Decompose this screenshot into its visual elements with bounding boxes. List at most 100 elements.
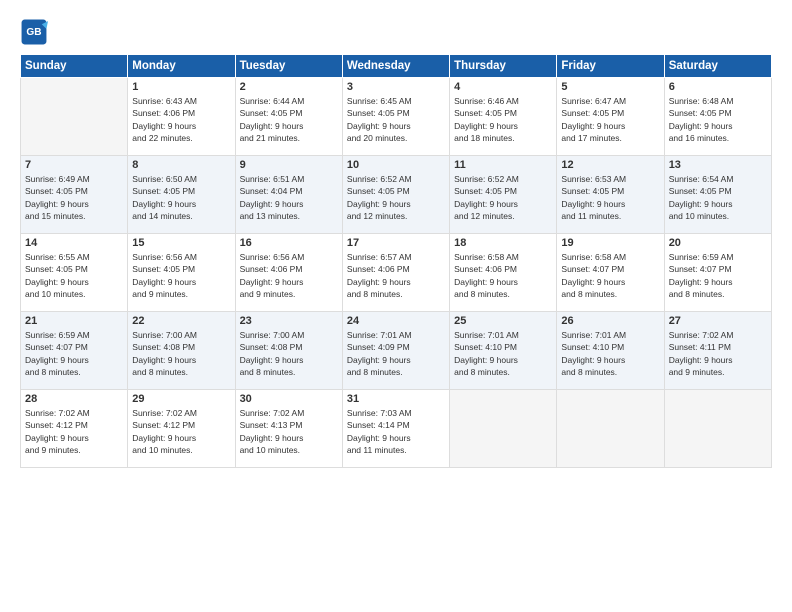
day-info: Sunrise: 7:03 AM Sunset: 4:14 PM Dayligh… [347, 407, 445, 456]
day-info: Sunrise: 6:49 AM Sunset: 4:05 PM Dayligh… [25, 173, 123, 222]
day-number: 6 [669, 81, 767, 93]
weekday-header: Wednesday [342, 55, 449, 78]
day-number: 19 [561, 237, 659, 249]
calendar-cell: 5 Sunrise: 6:47 AM Sunset: 4:05 PM Daylig… [557, 78, 664, 156]
day-number: 1 [132, 81, 230, 93]
logo: GB [20, 18, 52, 46]
day-number: 14 [25, 237, 123, 249]
day-info: Sunrise: 6:51 AM Sunset: 4:04 PM Dayligh… [240, 173, 338, 222]
day-number: 8 [132, 159, 230, 171]
day-info: Sunrise: 6:48 AM Sunset: 4:05 PM Dayligh… [669, 95, 767, 144]
day-number: 18 [454, 237, 552, 249]
day-info: Sunrise: 6:56 AM Sunset: 4:06 PM Dayligh… [240, 251, 338, 300]
calendar-cell: 18 Sunrise: 6:58 AM Sunset: 4:06 PM Dayli… [450, 234, 557, 312]
day-info: Sunrise: 7:02 AM Sunset: 4:12 PM Dayligh… [25, 407, 123, 456]
calendar-cell: 16 Sunrise: 6:56 AM Sunset: 4:06 PM Dayli… [235, 234, 342, 312]
calendar-cell: 7 Sunrise: 6:49 AM Sunset: 4:05 PM Daylig… [21, 156, 128, 234]
day-number: 21 [25, 315, 123, 327]
day-info: Sunrise: 6:43 AM Sunset: 4:06 PM Dayligh… [132, 95, 230, 144]
day-number: 11 [454, 159, 552, 171]
svg-text:GB: GB [26, 27, 41, 38]
calendar-cell [21, 78, 128, 156]
day-number: 16 [240, 237, 338, 249]
day-info: Sunrise: 7:01 AM Sunset: 4:09 PM Dayligh… [347, 329, 445, 378]
day-info: Sunrise: 7:01 AM Sunset: 4:10 PM Dayligh… [561, 329, 659, 378]
calendar-cell: 9 Sunrise: 6:51 AM Sunset: 4:04 PM Daylig… [235, 156, 342, 234]
calendar-cell: 28 Sunrise: 7:02 AM Sunset: 4:12 PM Dayli… [21, 390, 128, 468]
day-number: 3 [347, 81, 445, 93]
calendar-cell: 8 Sunrise: 6:50 AM Sunset: 4:05 PM Daylig… [128, 156, 235, 234]
calendar-cell: 15 Sunrise: 6:56 AM Sunset: 4:05 PM Dayli… [128, 234, 235, 312]
calendar-cell: 23 Sunrise: 7:00 AM Sunset: 4:08 PM Dayli… [235, 312, 342, 390]
day-number: 13 [669, 159, 767, 171]
day-number: 4 [454, 81, 552, 93]
calendar-cell: 12 Sunrise: 6:53 AM Sunset: 4:05 PM Dayli… [557, 156, 664, 234]
day-info: Sunrise: 7:02 AM Sunset: 4:12 PM Dayligh… [132, 407, 230, 456]
calendar-cell: 29 Sunrise: 7:02 AM Sunset: 4:12 PM Dayli… [128, 390, 235, 468]
day-info: Sunrise: 6:46 AM Sunset: 4:05 PM Dayligh… [454, 95, 552, 144]
day-number: 25 [454, 315, 552, 327]
day-info: Sunrise: 6:58 AM Sunset: 4:07 PM Dayligh… [561, 251, 659, 300]
calendar-cell: 2 Sunrise: 6:44 AM Sunset: 4:05 PM Daylig… [235, 78, 342, 156]
day-info: Sunrise: 6:59 AM Sunset: 4:07 PM Dayligh… [25, 329, 123, 378]
day-number: 23 [240, 315, 338, 327]
day-number: 2 [240, 81, 338, 93]
day-info: Sunrise: 7:00 AM Sunset: 4:08 PM Dayligh… [240, 329, 338, 378]
day-info: Sunrise: 6:52 AM Sunset: 4:05 PM Dayligh… [454, 173, 552, 222]
calendar-cell: 10Sunrise: 6:52 AM Sunset: 4:05 PM Dayli… [342, 156, 449, 234]
weekday-header: Friday [557, 55, 664, 78]
day-number: 31 [347, 393, 445, 405]
day-info: Sunrise: 6:44 AM Sunset: 4:05 PM Dayligh… [240, 95, 338, 144]
calendar-cell: 31 Sunrise: 7:03 AM Sunset: 4:14 PM Dayli… [342, 390, 449, 468]
day-number: 9 [240, 159, 338, 171]
day-info: Sunrise: 6:54 AM Sunset: 4:05 PM Dayligh… [669, 173, 767, 222]
day-number: 24 [347, 315, 445, 327]
weekday-header: Saturday [664, 55, 771, 78]
day-info: Sunrise: 7:02 AM Sunset: 4:11 PM Dayligh… [669, 329, 767, 378]
calendar-cell: 22 Sunrise: 7:00 AM Sunset: 4:08 PM Dayli… [128, 312, 235, 390]
calendar-cell: 30 Sunrise: 7:02 AM Sunset: 4:13 PM Dayli… [235, 390, 342, 468]
calendar-cell: 27 Sunrise: 7:02 AM Sunset: 4:11 PM Dayli… [664, 312, 771, 390]
day-number: 7 [25, 159, 123, 171]
day-info: Sunrise: 6:53 AM Sunset: 4:05 PM Dayligh… [561, 173, 659, 222]
day-info: Sunrise: 6:50 AM Sunset: 4:05 PM Dayligh… [132, 173, 230, 222]
day-number: 10 [347, 159, 445, 171]
day-info: Sunrise: 6:59 AM Sunset: 4:07 PM Dayligh… [669, 251, 767, 300]
calendar-cell: 19 Sunrise: 6:58 AM Sunset: 4:07 PM Dayli… [557, 234, 664, 312]
weekday-header: Thursday [450, 55, 557, 78]
calendar-cell [450, 390, 557, 468]
day-number: 30 [240, 393, 338, 405]
calendar-cell: 20 Sunrise: 6:59 AM Sunset: 4:07 PM Dayli… [664, 234, 771, 312]
calendar-cell: 11 Sunrise: 6:52 AM Sunset: 4:05 PM Dayli… [450, 156, 557, 234]
calendar-cell: 17Sunrise: 6:57 AM Sunset: 4:06 PM Dayli… [342, 234, 449, 312]
day-number: 17 [347, 237, 445, 249]
day-number: 22 [132, 315, 230, 327]
calendar-cell: 26Sunrise: 7:01 AM Sunset: 4:10 PM Dayli… [557, 312, 664, 390]
calendar-cell: 4 Sunrise: 6:46 AM Sunset: 4:05 PM Daylig… [450, 78, 557, 156]
day-number: 5 [561, 81, 659, 93]
day-number: 28 [25, 393, 123, 405]
calendar-cell: 14 Sunrise: 6:55 AM Sunset: 4:05 PM Dayli… [21, 234, 128, 312]
weekday-header: Sunday [21, 55, 128, 78]
logo-icon: GB [20, 18, 48, 46]
day-info: Sunrise: 7:01 AM Sunset: 4:10 PM Dayligh… [454, 329, 552, 378]
day-info: Sunrise: 7:00 AM Sunset: 4:08 PM Dayligh… [132, 329, 230, 378]
day-info: Sunrise: 6:58 AM Sunset: 4:06 PM Dayligh… [454, 251, 552, 300]
calendar-cell [664, 390, 771, 468]
day-info: Sunrise: 6:45 AM Sunset: 4:05 PM Dayligh… [347, 95, 445, 144]
day-number: 27 [669, 315, 767, 327]
day-info: Sunrise: 7:02 AM Sunset: 4:13 PM Dayligh… [240, 407, 338, 456]
calendar-cell: 24 Sunrise: 7:01 AM Sunset: 4:09 PM Dayli… [342, 312, 449, 390]
day-number: 29 [132, 393, 230, 405]
day-info: Sunrise: 6:47 AM Sunset: 4:05 PM Dayligh… [561, 95, 659, 144]
calendar-cell: 1 Sunrise: 6:43 AM Sunset: 4:06 PM Daylig… [128, 78, 235, 156]
day-info: Sunrise: 6:56 AM Sunset: 4:05 PM Dayligh… [132, 251, 230, 300]
day-number: 15 [132, 237, 230, 249]
calendar-cell: 3 Sunrise: 6:45 AM Sunset: 4:05 PM Daylig… [342, 78, 449, 156]
day-number: 12 [561, 159, 659, 171]
day-number: 20 [669, 237, 767, 249]
calendar-cell [557, 390, 664, 468]
day-info: Sunrise: 6:55 AM Sunset: 4:05 PM Dayligh… [25, 251, 123, 300]
calendar-cell: 25 Sunrise: 7:01 AM Sunset: 4:10 PM Dayli… [450, 312, 557, 390]
calendar-table: SundayMondayTuesdayWednesdayThursdayFrid… [20, 54, 772, 468]
